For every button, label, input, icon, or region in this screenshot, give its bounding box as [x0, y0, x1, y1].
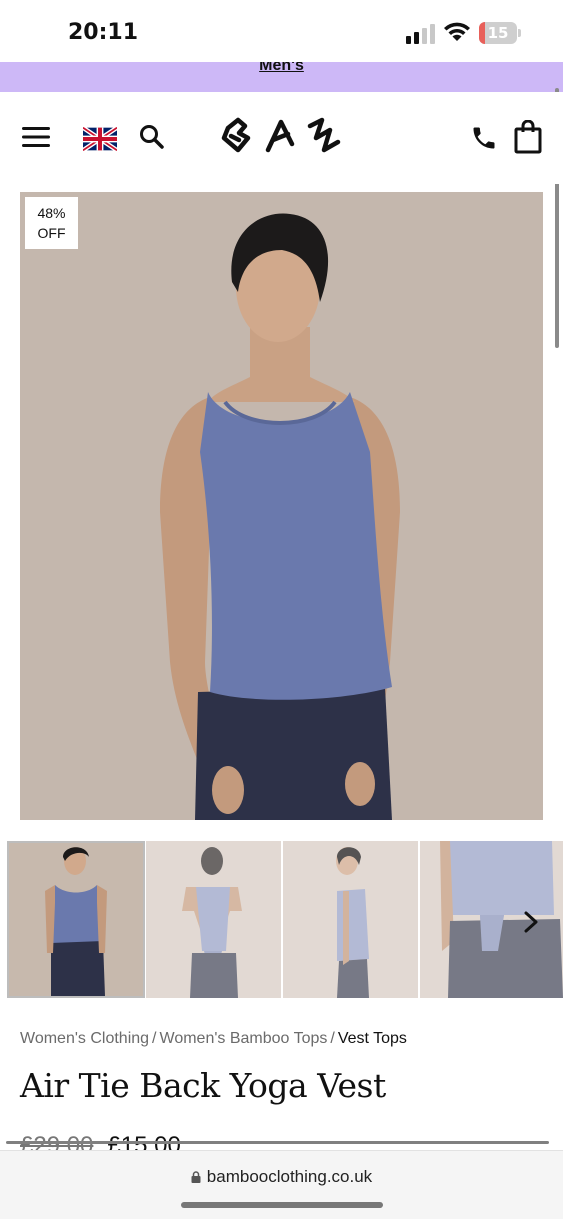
search-icon	[140, 125, 164, 149]
site-header	[0, 92, 563, 184]
wifi-icon	[444, 22, 470, 41]
hamburger-menu-icon	[22, 127, 50, 147]
thumbnail-front[interactable]	[7, 841, 145, 998]
shopping-bag-button[interactable]	[512, 118, 544, 156]
discount-off-label: OFF	[37, 225, 66, 241]
breadcrumb-current: Vest Tops	[337, 1030, 407, 1047]
product-title: Air Tie Back Yoga Vest	[20, 1066, 386, 1105]
discount-percent: 48%	[37, 205, 66, 221]
thumbnail-tie-detail[interactable]	[420, 841, 563, 998]
mens-link[interactable]: Men's	[0, 62, 563, 75]
thumbnail-side[interactable]	[283, 841, 418, 998]
discount-badge: 48% OFF	[25, 197, 78, 249]
thumbnail-carousel	[7, 841, 563, 999]
status-bar: 20:11 15	[0, 0, 563, 62]
product-main-image[interactable]: 48% OFF	[20, 192, 543, 820]
url-text: bambooclothing.co.uk	[206, 1167, 373, 1186]
phone-icon	[473, 127, 495, 149]
bam-logo[interactable]	[218, 116, 344, 156]
model-photo	[20, 192, 543, 820]
shopping-bag-icon	[514, 120, 542, 154]
lock-icon	[191, 1171, 201, 1183]
country-selector-button[interactable]	[82, 126, 118, 152]
battery-icon: 15	[479, 22, 521, 44]
breadcrumb-separator: /	[330, 1030, 335, 1047]
cellular-signal-icon	[406, 24, 435, 44]
thumbnail-front-image	[9, 843, 143, 996]
page-load-progress	[6, 1141, 549, 1144]
promo-strip: Men's	[0, 62, 563, 92]
breadcrumb-separator: /	[152, 1030, 157, 1047]
menu-button[interactable]	[18, 122, 54, 152]
call-button[interactable]	[468, 122, 500, 154]
uk-flag-icon	[83, 127, 117, 151]
chevron-right-icon[interactable]	[518, 907, 544, 937]
status-time: 20:11	[68, 20, 139, 45]
search-button[interactable]	[137, 122, 167, 152]
breadcrumb: Women's Clothing / Women's Bamboo Tops / Ves…	[20, 1030, 407, 1048]
breadcrumb-womens-bamboo-tops[interactable]: Women's Bamboo Tops	[160, 1030, 328, 1047]
home-indicator	[181, 1202, 383, 1208]
battery-level: 15	[487, 24, 509, 42]
thumbnail-back[interactable]	[146, 841, 281, 998]
browser-address-bar[interactable]: bambooclothing.co.uk	[0, 1150, 563, 1219]
breadcrumb-womens-clothing[interactable]: Women's Clothing	[20, 1030, 149, 1047]
